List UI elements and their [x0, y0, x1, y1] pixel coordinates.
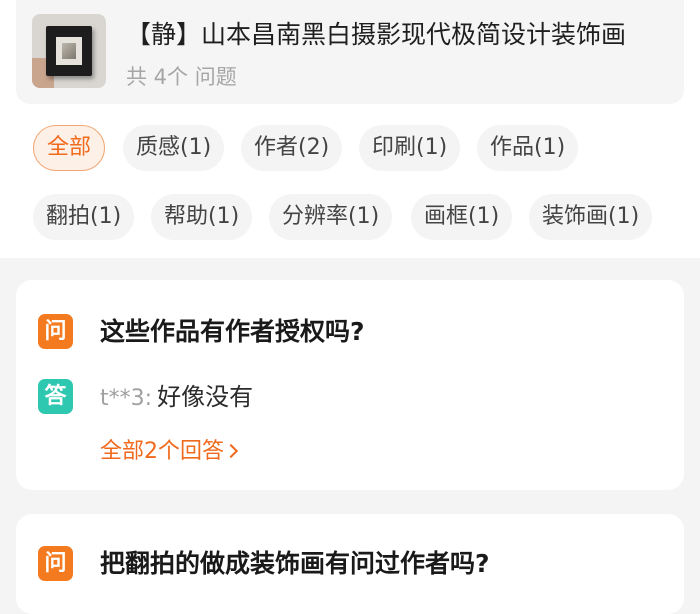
- answer-text: 好像没有: [157, 383, 254, 411]
- question-text[interactable]: 这些作品有作者授权吗?: [100, 314, 365, 350]
- answer-user: t**3:: [100, 386, 153, 411]
- product-thumbnail[interactable]: [32, 14, 106, 88]
- all-answers-link[interactable]: 全部2个回答: [100, 436, 239, 468]
- answer-line[interactable]: t**3: 好像没有: [100, 379, 253, 418]
- filter-tag-reshoot[interactable]: 翻拍(1): [33, 194, 135, 240]
- question-badge-icon: 问: [38, 546, 73, 581]
- filter-tag-decorative-painting[interactable]: 装饰画(1): [529, 194, 653, 240]
- question-count: 共 4个 问题: [126, 65, 237, 89]
- filter-tag-resolution[interactable]: 分辨率(1): [269, 194, 393, 240]
- answer-badge-icon: 答: [38, 379, 73, 414]
- product-thumbnail-frame: [46, 26, 92, 76]
- qa-card[interactable]: 问 把翻拍的做成装饰画有问过作者吗?: [16, 514, 684, 614]
- filter-tag-author[interactable]: 作者(2): [241, 125, 343, 171]
- filter-tag-frame[interactable]: 画框(1): [411, 194, 513, 240]
- top-section: 【静】山本昌南黑白摄影现代极简设计装饰画 共 4个 问题 全部 质感(1) 作者…: [0, 0, 700, 258]
- filter-tag-artwork[interactable]: 作品(1): [477, 125, 579, 171]
- product-summary-card[interactable]: 【静】山本昌南黑白摄影现代极简设计装饰画 共 4个 问题: [16, 0, 684, 104]
- filter-tag-all[interactable]: 全部: [33, 125, 106, 171]
- qa-card[interactable]: 问 这些作品有作者授权吗? 答 t**3: 好像没有 全部2个回答: [16, 280, 684, 490]
- product-title: 【静】山本昌南黑白摄影现代极简设计装饰画: [126, 20, 627, 49]
- all-answers-label: 全部2个回答: [100, 439, 224, 464]
- question-text[interactable]: 把翻拍的做成装饰画有问过作者吗?: [100, 546, 490, 582]
- filter-tag-texture[interactable]: 质感(1): [123, 125, 225, 171]
- question-badge-icon: 问: [38, 314, 73, 349]
- filter-tag-printing[interactable]: 印刷(1): [359, 125, 461, 171]
- filter-tag-help[interactable]: 帮助(1): [151, 194, 253, 240]
- chevron-right-icon: [223, 443, 239, 459]
